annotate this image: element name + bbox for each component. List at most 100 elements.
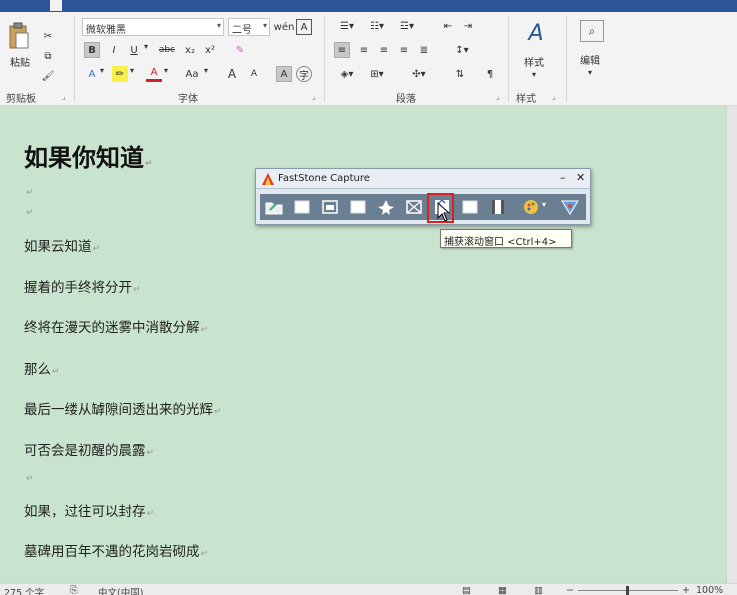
sort-icon[interactable]: ⇅ (452, 66, 468, 82)
line-text: 如果云知道 (24, 239, 92, 255)
screen-recorder-icon[interactable] (488, 198, 508, 216)
change-case-button[interactable]: Aa (180, 66, 204, 82)
change-case-dropdown-icon[interactable]: ▾ (204, 66, 208, 75)
font-color-dropdown-icon[interactable]: ▾ (164, 66, 168, 75)
minimize-icon[interactable]: – (560, 171, 566, 184)
bold-button[interactable]: B (84, 42, 100, 58)
bullets-icon[interactable]: ☰▾ (334, 18, 360, 34)
chevron-down-icon[interactable]: ▾ (542, 200, 546, 209)
capture-full-screen-icon[interactable] (404, 198, 424, 216)
font-launcher-icon[interactable]: ⌟ (312, 92, 316, 101)
justify-button[interactable]: ≡ (396, 42, 412, 58)
strikethrough-button[interactable]: abc (156, 42, 178, 58)
print-layout-icon[interactable]: ▦ (498, 585, 507, 595)
vertical-scrollbar[interactable] (726, 106, 737, 583)
output-settings-icon[interactable] (522, 198, 542, 216)
char-border-icon[interactable]: A (296, 19, 312, 35)
paragraph-mark: ↵ (214, 407, 222, 417)
text-effects-icon[interactable]: A (84, 66, 100, 82)
cut-icon[interactable]: ✂ (40, 28, 56, 44)
grow-font-button[interactable]: A (224, 66, 240, 82)
copy-icon[interactable]: ⧉ (40, 48, 56, 64)
close-icon[interactable]: ✕ (576, 171, 585, 184)
styles-icon[interactable]: A (520, 18, 552, 48)
multilevel-list-icon[interactable]: ☲▾ (394, 18, 420, 34)
chevron-down-icon[interactable]: ▾ (532, 70, 536, 79)
zoom-level[interactable]: 100% (696, 585, 723, 595)
decrease-indent-icon[interactable]: ⇤ (440, 18, 456, 34)
enclose-char-icon[interactable]: 字 (296, 66, 312, 82)
paragraph-launcher-icon[interactable]: ⌟ (496, 92, 500, 101)
align-center-button[interactable]: ≡ (356, 42, 372, 58)
separator (508, 16, 509, 102)
highlight-color-icon[interactable]: ✏ (112, 66, 128, 82)
faststone-title-bar[interactable]: FastStone Capture – ✕ (256, 169, 590, 189)
read-mode-icon[interactable]: ▤ (462, 585, 471, 595)
distributed-button[interactable]: ≣ (416, 42, 432, 58)
char-shading-icon[interactable]: A (276, 66, 292, 82)
text-effects-dropdown-icon[interactable]: ▾ (100, 66, 104, 75)
document-heading: 如果你知道↵ (24, 138, 153, 173)
styles-launcher-icon[interactable]: ⌟ (552, 92, 556, 101)
paste-icon[interactable] (8, 22, 30, 50)
superscript-button[interactable]: x² (202, 42, 218, 58)
subscript-button[interactable]: x₂ (182, 42, 198, 58)
clear-format-icon[interactable]: ✎ (232, 42, 248, 58)
borders-icon[interactable]: ⊞▾ (364, 66, 390, 82)
font-color-icon[interactable]: A (146, 66, 162, 82)
format-painter-icon[interactable]: 🖌 (40, 68, 56, 84)
word-count[interactable]: 275 个字 (4, 585, 44, 595)
faststone-capture-window[interactable]: FastStone Capture – ✕ ▾ (255, 168, 591, 225)
line-text: 最后一缕从罅隙间透出来的光辉 (24, 402, 213, 418)
line-text: 如果，过往可以封存 (24, 504, 146, 520)
status-bar: 275 个字 ⎘ 中文(中国) ▤ ▦ ▥ − + 100% (0, 583, 737, 595)
language-indicator[interactable]: 中文(中国) (98, 585, 143, 595)
align-right-button[interactable]: ≡ (376, 42, 392, 58)
search-icon[interactable]: ⌕ (580, 20, 604, 42)
proofing-icon[interactable]: ⎘ (70, 585, 78, 595)
zoom-out-icon[interactable]: − (566, 585, 574, 595)
zoom-in-icon[interactable]: + (682, 585, 690, 595)
settings-menu-icon[interactable] (560, 198, 580, 216)
clipboard-launcher-icon[interactable]: ⌟ (62, 92, 66, 101)
web-layout-icon[interactable]: ▥ (534, 585, 543, 595)
paragraph-mark: ↵ (146, 448, 155, 458)
document-line: 墓碑用百年不遇的花岗岩砌成↵ (24, 540, 208, 560)
underline-button[interactable]: U (126, 42, 142, 58)
capture-rectangle-icon[interactable] (348, 198, 368, 216)
clipboard-group-label: 剪贴板 (6, 94, 36, 105)
paragraph-mark: ↵ (133, 285, 141, 295)
line-spacing-icon[interactable]: ↕▾ (448, 42, 476, 58)
open-file-icon[interactable] (264, 198, 284, 216)
editing-button-label[interactable]: 编辑 (580, 52, 600, 67)
paragraph-group-label: 段落 (396, 94, 416, 105)
tooltip: 捕获滚动窗口 <Ctrl+4> (440, 229, 572, 248)
highlight-dropdown-icon[interactable]: ▾ (130, 66, 134, 75)
paragraph-mark: ↵ (200, 549, 209, 559)
font-size-value: 二号 (232, 25, 252, 36)
styles-group-label: 样式 (516, 94, 536, 105)
numbering-icon[interactable]: ☷▾ (364, 18, 390, 34)
phonetic-guide-icon[interactable]: wén (274, 19, 295, 35)
tab-home[interactable] (50, 0, 62, 11)
capture-freehand-icon[interactable] (376, 198, 396, 216)
document-line: 握着的手终将分开↵ (24, 276, 141, 296)
align-left-button[interactable]: ≡ (334, 42, 350, 58)
shading-icon[interactable]: ◈▾ (334, 66, 360, 82)
show-marks-icon[interactable]: ¶ (482, 66, 498, 82)
capture-fixed-region-icon[interactable] (460, 198, 480, 216)
asian-layout-icon[interactable]: ✣▾ (406, 66, 432, 82)
chevron-down-icon[interactable]: ▾ (588, 68, 592, 77)
capture-window-object-icon[interactable] (320, 198, 340, 216)
zoom-slider-thumb[interactable] (626, 586, 629, 595)
increase-indent-icon[interactable]: ⇥ (460, 18, 476, 34)
underline-dropdown-icon[interactable]: ▾ (144, 42, 148, 51)
shrink-font-button[interactable]: A (246, 66, 262, 82)
font-name-combo[interactable]: 微软雅黑 ▾ (82, 18, 224, 36)
paste-button-label[interactable]: 粘贴 (10, 54, 30, 69)
line-text: 握着的手终将分开 (24, 280, 132, 296)
font-size-combo[interactable]: 二号 ▾ (228, 18, 270, 36)
italic-button[interactable]: I (106, 42, 122, 58)
styles-button-label[interactable]: 样式 (524, 54, 544, 69)
capture-active-window-icon[interactable] (292, 198, 312, 216)
